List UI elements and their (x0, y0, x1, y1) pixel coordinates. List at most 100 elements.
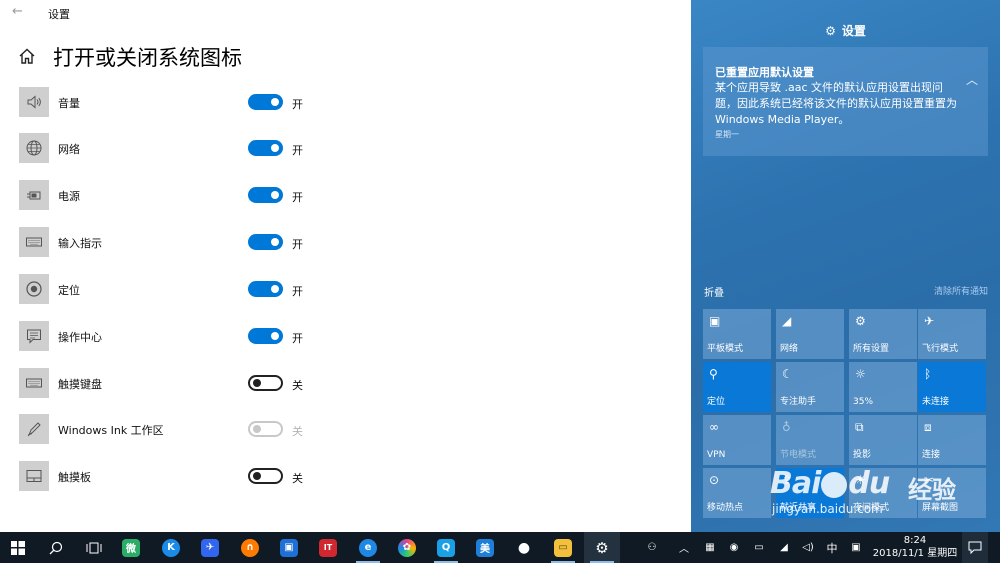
quick-action-screen-snip[interactable]: ✂ 屏幕截图 (918, 468, 986, 518)
back-button[interactable]: ← (12, 3, 28, 21)
quick-action-vpn[interactable]: ∞ VPN (703, 415, 771, 465)
quick-action-all-settings[interactable]: ⚙ 所有设置 (849, 309, 917, 359)
volume-toggle[interactable] (248, 94, 283, 110)
home-icon[interactable] (18, 47, 36, 65)
pen-icon (19, 414, 49, 444)
collapse-button[interactable]: 折叠 (704, 284, 724, 299)
system-icon-row-action-center: 操作中心 开 (19, 321, 319, 353)
location-toggle[interactable] (248, 281, 283, 297)
settings-window: ← 设置 打开或关闭系统图标 音量 开 网络 开 电源 开 输入指示 开 定位 … (0, 0, 691, 532)
qq-blue-icon: Q (437, 538, 455, 557)
page-title: 打开或关闭系统图标 (53, 46, 242, 70)
gear-icon: ⚙ (595, 538, 609, 557)
chevron-up-icon[interactable]: ︿ (674, 532, 694, 563)
taskbar-app-orange[interactable]: ∩ (232, 532, 268, 563)
action-center-header: ⚙ 设置 (691, 22, 1000, 39)
taskbar-app-it[interactable]: IT (310, 532, 346, 563)
connect-icon: ⧈ (924, 420, 932, 434)
wifi-icon[interactable]: ◢ (774, 532, 794, 563)
system-icon-row-touchpad: 触摸板 关 (19, 461, 319, 493)
tray-app-icon[interactable]: ◉ (724, 532, 744, 563)
taskbar-app-file-explorer[interactable]: ▭ (545, 532, 581, 563)
network-icon: ◢ (782, 314, 792, 328)
location-icon (19, 274, 49, 304)
color-app-icon: ✿ (398, 538, 416, 557)
hotspot-icon: ⊙ (709, 473, 720, 487)
system-icon-row-windows-ink: Windows Ink 工作区 关 (19, 414, 319, 446)
quick-action-brightness[interactable]: ☼ 35% (849, 362, 917, 412)
quick-action-night-light[interactable]: ☀ 夜间模式 (849, 468, 917, 518)
system-icon-row-power: 电源 开 (19, 180, 319, 212)
row-label: Windows Ink 工作区 (58, 424, 164, 437)
quick-action-bluetooth[interactable]: ᛒ 未连接 (918, 362, 986, 412)
action-center-toggle[interactable] (248, 328, 283, 344)
volume-icon[interactable]: ◁) (798, 532, 818, 563)
action-center-button[interactable] (962, 532, 988, 563)
taskbar-app-settings[interactable]: ⚙ (584, 532, 620, 563)
quick-action-airplane-mode[interactable]: ✈ 飞行模式 (918, 309, 986, 359)
ime-indicator[interactable]: 中 (822, 532, 842, 563)
project-icon: ⧉ (855, 420, 864, 434)
touchpad-icon (19, 461, 49, 491)
taskbar-app-feishu[interactable]: ✈ (192, 532, 228, 563)
touch-keyboard-toggle[interactable] (248, 375, 283, 391)
people-icon[interactable]: ⚇ (640, 532, 664, 563)
meitu-icon: 美 (476, 538, 494, 557)
snip-icon: ✂ (924, 473, 935, 487)
taskbar-app-meitu[interactable]: 美 (467, 532, 503, 563)
taskbar-app-color[interactable]: ✿ (389, 532, 425, 563)
quick-action-project[interactable]: ⧉ 投影 (849, 415, 917, 465)
notification-group-title: 设置 (841, 24, 866, 38)
taskbar-app-ie[interactable]: e (350, 532, 386, 563)
system-icon-row-touch-keyboard: 触摸键盘 关 (19, 368, 319, 400)
input-indicator-toggle[interactable] (248, 234, 283, 250)
toggle-state: 开 (292, 98, 303, 111)
system-icon-row-volume: 音量 开 (19, 87, 319, 119)
taskbar-app-office[interactable]: ▣ (271, 532, 307, 563)
toggle-state: 关 (292, 379, 303, 392)
quick-action-nearby-share[interactable]: ⇪ 就近共享 (776, 468, 844, 518)
taskbar-app-qq-blue[interactable]: Q (428, 532, 464, 563)
gear-icon: ⚙ (855, 314, 866, 328)
start-button[interactable] (0, 532, 36, 563)
office-icon: ▣ (280, 538, 298, 557)
chevron-up-icon[interactable]: ︿ (966, 71, 978, 88)
location-icon: ⚲ (709, 367, 718, 381)
qq-penguin-icon: ● (515, 538, 533, 557)
taskbar-app-wechat[interactable]: 微 (113, 532, 149, 563)
quick-action-mobile-hotspot[interactable]: ⊙ 移动热点 (703, 468, 771, 518)
quick-action-connect[interactable]: ⧈ 连接 (918, 415, 986, 465)
feishu-icon: ✈ (201, 538, 219, 557)
touchpad-toggle[interactable] (248, 468, 283, 484)
tablet-icon: ▣ (709, 314, 721, 328)
quick-action-tablet-mode[interactable]: ▣ 平板模式 (703, 309, 771, 359)
tray-badge-icon[interactable]: ▣ (846, 532, 866, 563)
taskbar-app-kugou[interactable]: K (153, 532, 189, 563)
network-toggle[interactable] (248, 140, 283, 156)
task-view-icon (86, 542, 102, 553)
task-view-button[interactable] (76, 532, 112, 563)
app-tray-icon[interactable]: ▦ (700, 532, 720, 563)
bluetooth-icon: ᛒ (924, 367, 932, 381)
windows-ink-toggle (248, 421, 283, 437)
title-bar: ← 设置 (0, 0, 691, 26)
notification-card[interactable]: 已重置应用默认设置 某个应用导致 .aac 文件的默认应用设置出现问题，因此系统… (703, 47, 988, 156)
quick-action-network[interactable]: ◢ 网络 (776, 309, 844, 359)
quick-action-focus-assist[interactable]: ☾ 专注助手 (776, 362, 844, 412)
taskbar-app-qq[interactable]: ● (506, 532, 542, 563)
volume-icon (19, 87, 49, 117)
windows-logo-icon (11, 540, 25, 555)
airplane-icon: ✈ (924, 314, 935, 328)
clear-all-notifications-button[interactable]: 清除所有通知 (934, 284, 988, 297)
quick-actions-grid: ▣ 平板模式 ◢ 网络 ⚙ 所有设置 ✈ 飞行模式 ⚲ 定位 ☾ 专注助手 ☼ 35% ᛒ 未连… (703, 309, 989, 519)
battery-icon[interactable]: ▭ (748, 532, 770, 563)
search-button[interactable] (38, 532, 74, 563)
quick-action-location[interactable]: ⚲ 定位 (703, 362, 771, 412)
clock[interactable]: 8:24 2018/11/1 星期四 (872, 534, 958, 560)
row-label: 电源 (58, 190, 80, 203)
row-label: 音量 (58, 97, 80, 110)
brightness-icon: ☼ (855, 367, 866, 381)
touch-keyboard-icon (19, 368, 49, 398)
power-toggle[interactable] (248, 187, 283, 203)
battery-saver-icon: ♁ (782, 420, 791, 434)
